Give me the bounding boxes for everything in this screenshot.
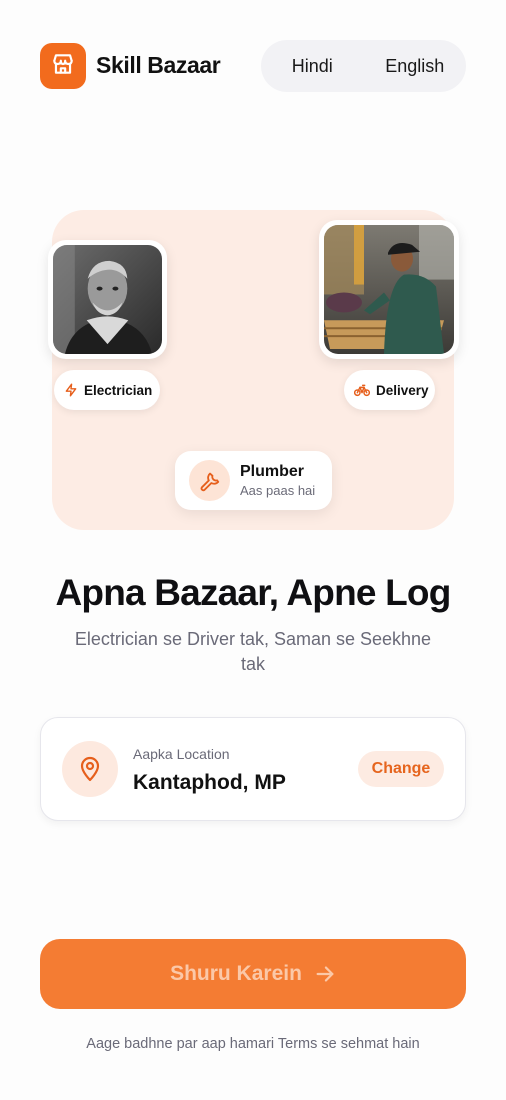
app-title: Skill Bazaar bbox=[96, 52, 221, 78]
tag-electrician-label: Electrician bbox=[84, 382, 153, 398]
tag-delivery[interactable]: Delivery bbox=[344, 370, 435, 410]
tag-electrician[interactable]: Electrician bbox=[54, 370, 160, 410]
wrench-icon bbox=[189, 460, 230, 501]
change-location-button[interactable]: Change bbox=[358, 751, 444, 787]
page-subheadline: Electrician se Driver tak, Saman se Seek… bbox=[74, 629, 432, 674]
arrow-right-icon bbox=[314, 963, 336, 985]
app-header: Skill Bazaar Hindi English bbox=[40, 40, 466, 92]
language-english-button[interactable]: English bbox=[364, 56, 467, 77]
service-card-subtitle: Aas paas hai bbox=[240, 483, 316, 498]
tag-delivery-label: Delivery bbox=[376, 382, 429, 398]
delivery-photo bbox=[319, 220, 459, 359]
service-card-plumber[interactable]: Plumber Aas paas hai bbox=[175, 451, 332, 510]
location-card: Aapka Location Kantaphod, MP Change bbox=[40, 717, 466, 821]
electrician-photo bbox=[48, 240, 167, 359]
language-hindi-button[interactable]: Hindi bbox=[261, 56, 364, 77]
storefront-icon bbox=[50, 51, 76, 82]
location-label: Aapka Location bbox=[133, 746, 230, 762]
location-value: Kantaphod, MP bbox=[133, 771, 286, 794]
start-button[interactable]: Shuru Karein bbox=[40, 939, 466, 1009]
terms-notice: Aage badhne par aap hamari Terms se sehm… bbox=[86, 1036, 420, 1052]
map-pin-icon bbox=[62, 741, 118, 797]
lightning-icon bbox=[64, 382, 78, 398]
start-button-label: Shuru Karein bbox=[170, 962, 302, 985]
service-card-title: Plumber bbox=[240, 463, 305, 480]
bicycle-icon bbox=[354, 383, 370, 397]
app-logo bbox=[40, 43, 86, 89]
language-toggle: Hindi English bbox=[261, 40, 466, 92]
page-headline: Apna Bazaar, Apne Log bbox=[55, 572, 451, 613]
